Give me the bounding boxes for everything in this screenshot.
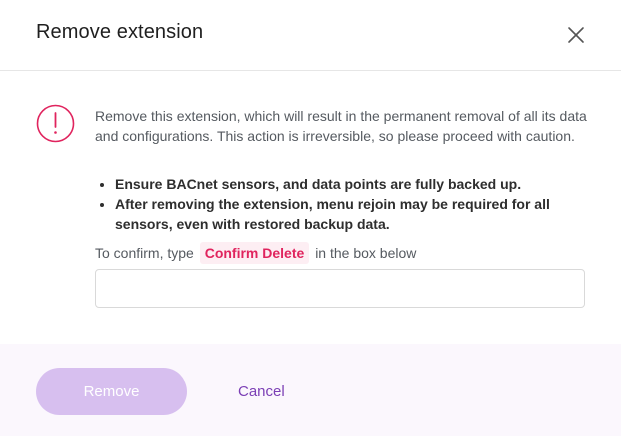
- close-icon-glyph: [568, 27, 584, 43]
- confirm-keyword-badge: Confirm Delete: [199, 242, 310, 264]
- warning-description: Remove this extension, which will result…: [95, 108, 587, 144]
- warning-bullet: After removing the extension, menu rejoi…: [115, 194, 590, 234]
- exclamation-circle-icon: [36, 104, 75, 143]
- confirm-delete-input[interactable]: [95, 269, 585, 308]
- dialog-header: Remove extension: [0, 0, 621, 71]
- cancel-button[interactable]: Cancel: [226, 368, 297, 415]
- confirm-suffix: in the box below: [315, 245, 417, 261]
- remove-extension-dialog: Remove extension Remove this extension, …: [0, 0, 621, 436]
- dialog-footer: Remove Cancel: [0, 344, 621, 436]
- confirm-prefix: To confirm, type: [95, 245, 194, 261]
- close-icon[interactable]: [565, 24, 587, 46]
- remove-button[interactable]: Remove: [36, 368, 187, 415]
- warning-bullet-list: Ensure BACnet sensors, and data points a…: [95, 174, 590, 234]
- dialog-title: Remove extension: [36, 21, 204, 43]
- confirm-instruction: To confirm, type Confirm Delete in the b…: [95, 242, 416, 264]
- warning-bullet: Ensure BACnet sensors, and data points a…: [115, 174, 590, 194]
